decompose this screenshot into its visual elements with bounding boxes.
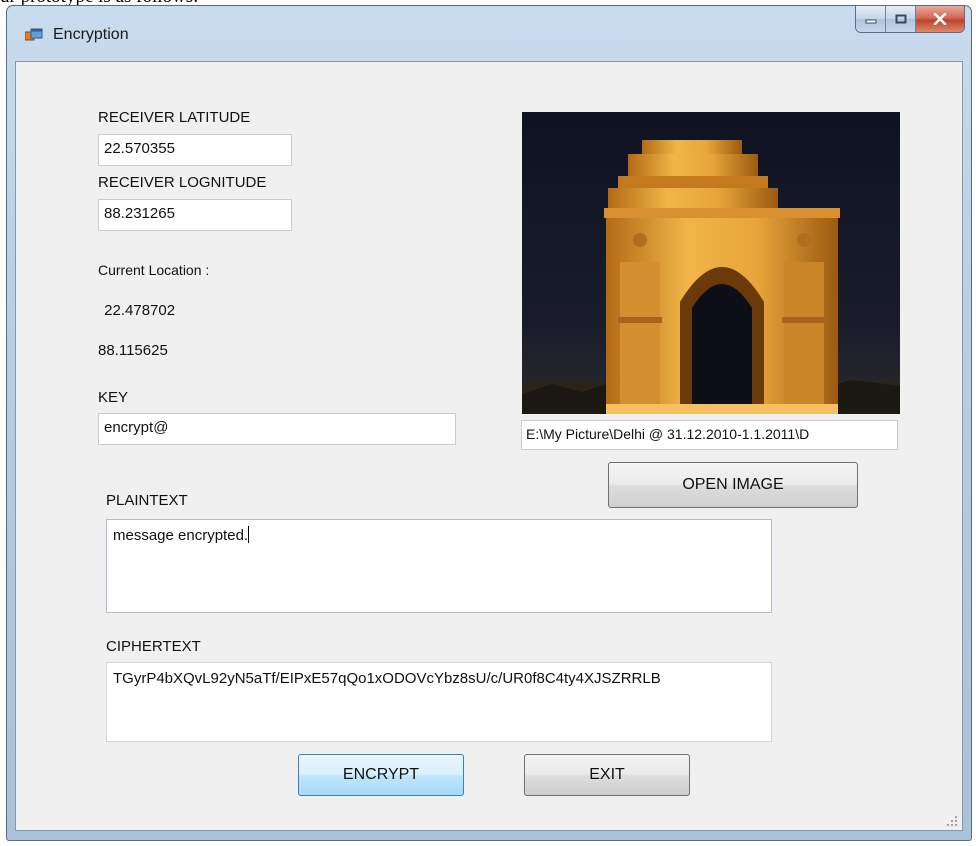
caption-buttons [855, 6, 965, 33]
title-bar[interactable]: Encryption [7, 6, 971, 60]
key-input[interactable]: encrypt@ [98, 413, 456, 445]
key-label: KEY [98, 389, 129, 406]
minimize-button[interactable] [856, 6, 886, 32]
receiver-longitude-input[interactable]: 88.231265 [98, 199, 292, 231]
close-icon [933, 13, 947, 25]
open-image-button[interactable]: OPEN IMAGE [608, 462, 858, 508]
form-client-area: RECEIVER LATITUDE 22.570355 RECEIVER LOG… [15, 61, 963, 831]
receiver-longitude-label: RECEIVER LOGNITUDE [98, 174, 267, 191]
exit-button[interactable]: EXIT [524, 754, 690, 796]
encryption-window: Encryption RECEIVER LATITUDE 22.570355 R [6, 5, 972, 841]
image-path-input[interactable]: E:\My Picture\Delhi @ 31.12.2010-1.1.201… [521, 420, 898, 450]
ciphertext-output[interactable]: TGyrP4bXQvL92yN5aTf/EIPxE57qQo1xODOVcYbz… [106, 662, 772, 742]
resize-grip-icon[interactable] [946, 815, 958, 827]
current-longitude-value: 88.115625 [98, 342, 168, 359]
form-icon [25, 28, 43, 41]
encrypt-button[interactable]: ENCRYPT [298, 754, 464, 796]
india-gate-photo [522, 112, 900, 414]
maximize-icon [895, 14, 906, 24]
plaintext-label: PLAINTEXT [106, 492, 188, 509]
close-button[interactable] [916, 6, 964, 32]
current-latitude-value: 22.478702 [100, 302, 176, 319]
minimize-icon [865, 19, 876, 24]
ciphertext-label: CIPHERTEXT [106, 638, 201, 655]
maximize-button[interactable] [886, 6, 916, 32]
current-location-label: Current Location : [98, 262, 210, 278]
receiver-latitude-input[interactable]: 22.570355 [98, 134, 292, 166]
receiver-latitude-label: RECEIVER LATITUDE [98, 109, 251, 126]
plaintext-value: message encrypted. [113, 527, 249, 544]
image-preview [522, 112, 900, 414]
plaintext-input[interactable]: message encrypted. [106, 519, 772, 613]
window-title: Encryption [53, 26, 129, 43]
text-caret [248, 526, 250, 543]
